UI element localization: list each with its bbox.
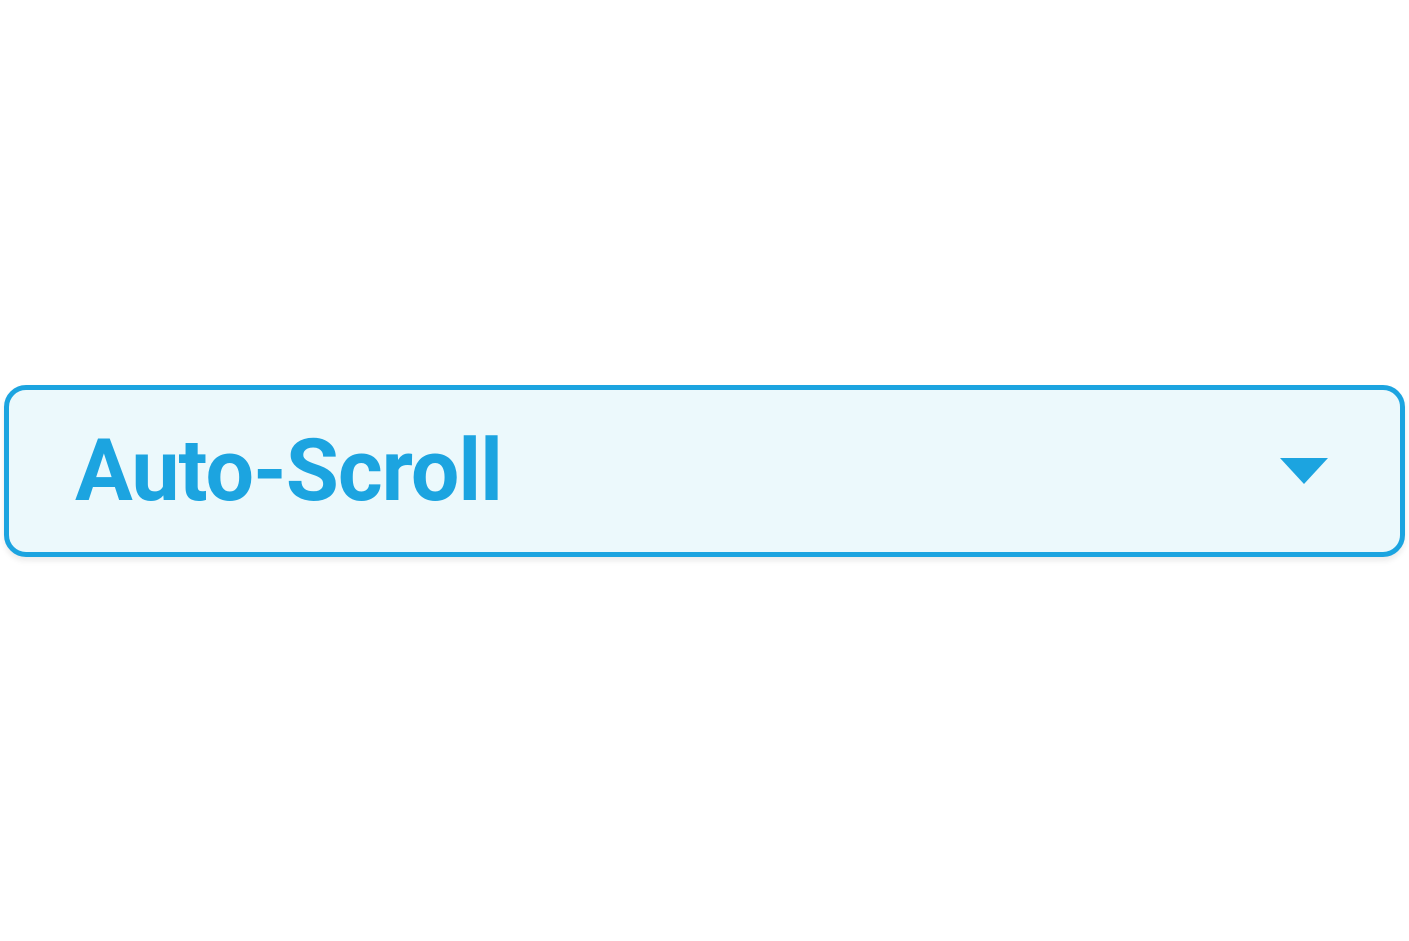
caret-down-icon	[1280, 458, 1328, 484]
dropdown-label: Auto-Scroll	[75, 428, 502, 514]
dropdown-container: Auto-Scroll	[0, 385, 1409, 557]
auto-scroll-dropdown[interactable]: Auto-Scroll	[4, 385, 1405, 557]
